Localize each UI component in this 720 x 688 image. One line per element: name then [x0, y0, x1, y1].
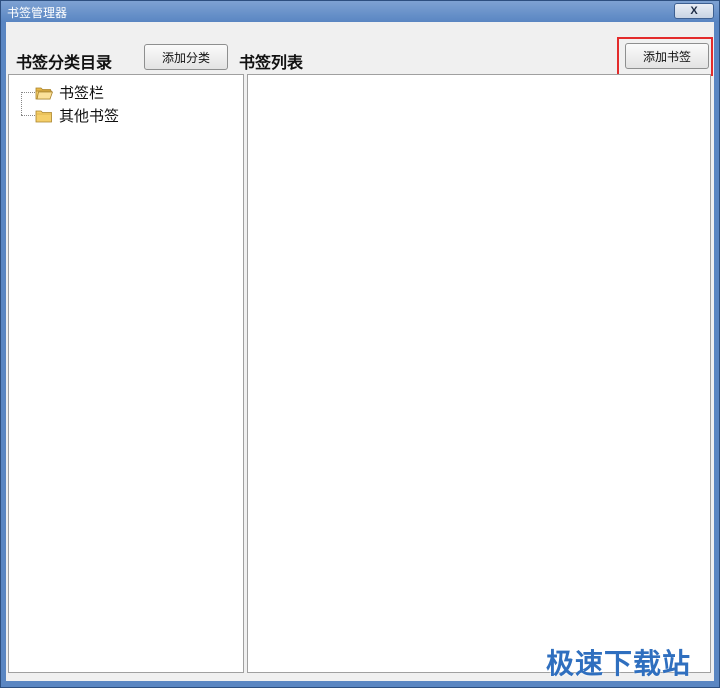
tree-item-other-bookmarks[interactable]: 其他书签: [21, 104, 119, 127]
category-tree-panel[interactable]: 书签栏 其他书签: [8, 74, 244, 673]
folder-open-icon: [35, 87, 53, 99]
title-bar[interactable]: 书签管理器 X: [1, 1, 719, 21]
folder-icon: [35, 110, 52, 122]
bookmark-list-panel[interactable]: [247, 74, 711, 673]
highlight-box: [617, 37, 713, 76]
category-tree: 书签栏 其他书签: [21, 81, 119, 127]
bookmark-manager-window: 书签管理器 X 书签分类目录 添加分类 书签列表 添加书签 书签栏 其他书签 极…: [0, 0, 720, 688]
window-title: 书签管理器: [7, 6, 68, 20]
dialog-body: 书签分类目录 添加分类 书签列表 添加书签 书签栏 其他书签: [6, 22, 714, 681]
close-button[interactable]: X: [674, 3, 714, 19]
category-directory-heading: 书签分类目录: [16, 53, 113, 72]
tree-item-label: 书签栏: [59, 84, 105, 102]
add-category-button[interactable]: 添加分类: [144, 44, 228, 70]
tree-item-bookmarks-bar[interactable]: 书签栏: [21, 81, 119, 104]
watermark-text: 极速下载站: [546, 647, 692, 680]
tree-item-label: 其他书签: [59, 107, 120, 125]
bookmark-list-heading: 书签列表: [239, 53, 304, 72]
